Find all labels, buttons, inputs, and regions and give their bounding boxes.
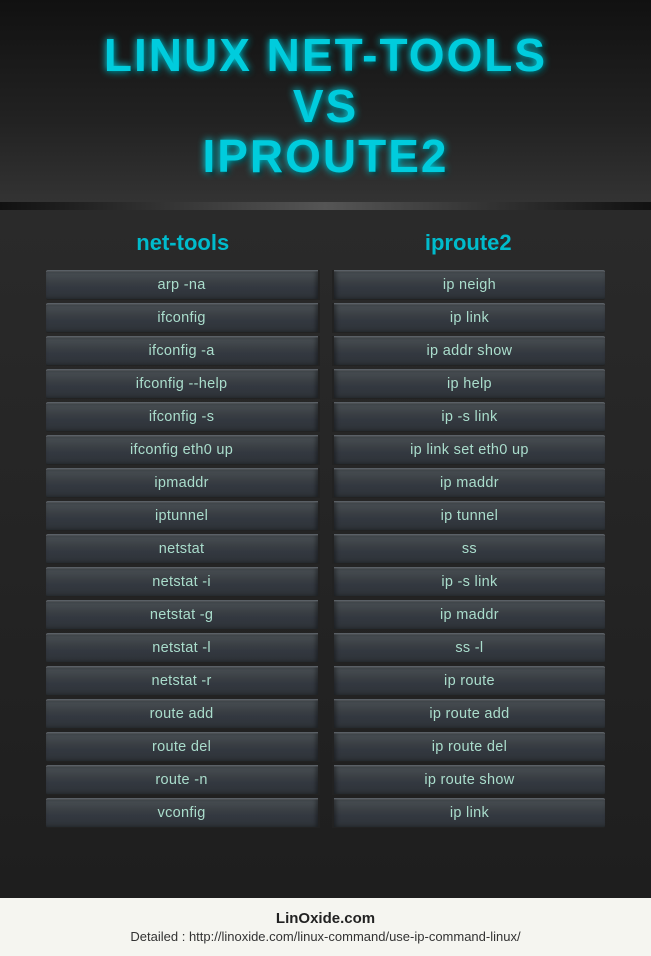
left-cmd-row: netstat -l [46,633,318,663]
right-cmd-row: ip link [334,798,606,828]
footer-detail-text: Detailed : http://linoxide.com/linux-com… [10,929,641,944]
left-cmd-row: iptunnel [46,501,318,531]
divider [0,202,651,210]
left-cmd-row: arp -na [46,270,318,300]
right-cmd-row: ip route [334,666,606,696]
left-cmd-row: route -n [46,765,318,795]
left-cmd-row: ifconfig -a [46,336,318,366]
left-cmd-row: netstat -r [46,666,318,696]
right-cmd-row: ip -s link [334,402,606,432]
right-cmd-row: ip help [334,369,606,399]
right-column: ip neighip linkip addr showip helpip -s … [334,270,606,828]
left-cmd-row: ifconfig [46,303,318,333]
right-column-header: iproute2 [340,230,597,256]
footer-main-text: LinOxide.com [10,910,641,927]
left-column: arp -naifconfigifconfig -aifconfig --hel… [46,270,318,828]
main-title: LINUX NET-TOOLS VS IPROUTE2 [10,30,641,182]
right-cmd-row: ip maddr [334,600,606,630]
content-section: net-tools iproute2 arp -naifconfigifconf… [0,210,651,898]
right-cmd-row: ss -l [334,633,606,663]
left-cmd-row: netstat -g [46,600,318,630]
right-cmd-row: ip route del [334,732,606,762]
left-cmd-row: ifconfig --help [46,369,318,399]
right-cmd-row: ip route show [334,765,606,795]
right-cmd-row: ip maddr [334,468,606,498]
right-cmd-row: ss [334,534,606,564]
left-cmd-row: vconfig [46,798,318,828]
left-cmd-row: ifconfig -s [46,402,318,432]
right-cmd-row: ip addr show [334,336,606,366]
left-cmd-row: route del [46,732,318,762]
left-cmd-row: netstat [46,534,318,564]
right-cmd-row: ip link set eth0 up [334,435,606,465]
left-cmd-row: netstat -i [46,567,318,597]
footer: LinOxide.com Detailed : http://linoxide.… [0,898,651,956]
columns-wrapper: arp -naifconfigifconfig -aifconfig --hel… [30,270,621,828]
left-cmd-row: ipmaddr [46,468,318,498]
left-cmd-row: route add [46,699,318,729]
right-cmd-row: ip tunnel [334,501,606,531]
right-cmd-row: ip -s link [334,567,606,597]
left-column-header: net-tools [54,230,311,256]
columns-header: net-tools iproute2 [30,230,621,256]
left-cmd-row: ifconfig eth0 up [46,435,318,465]
right-cmd-row: ip route add [334,699,606,729]
header: LINUX NET-TOOLS VS IPROUTE2 [0,0,651,202]
right-cmd-row: ip neigh [334,270,606,300]
right-cmd-row: ip link [334,303,606,333]
